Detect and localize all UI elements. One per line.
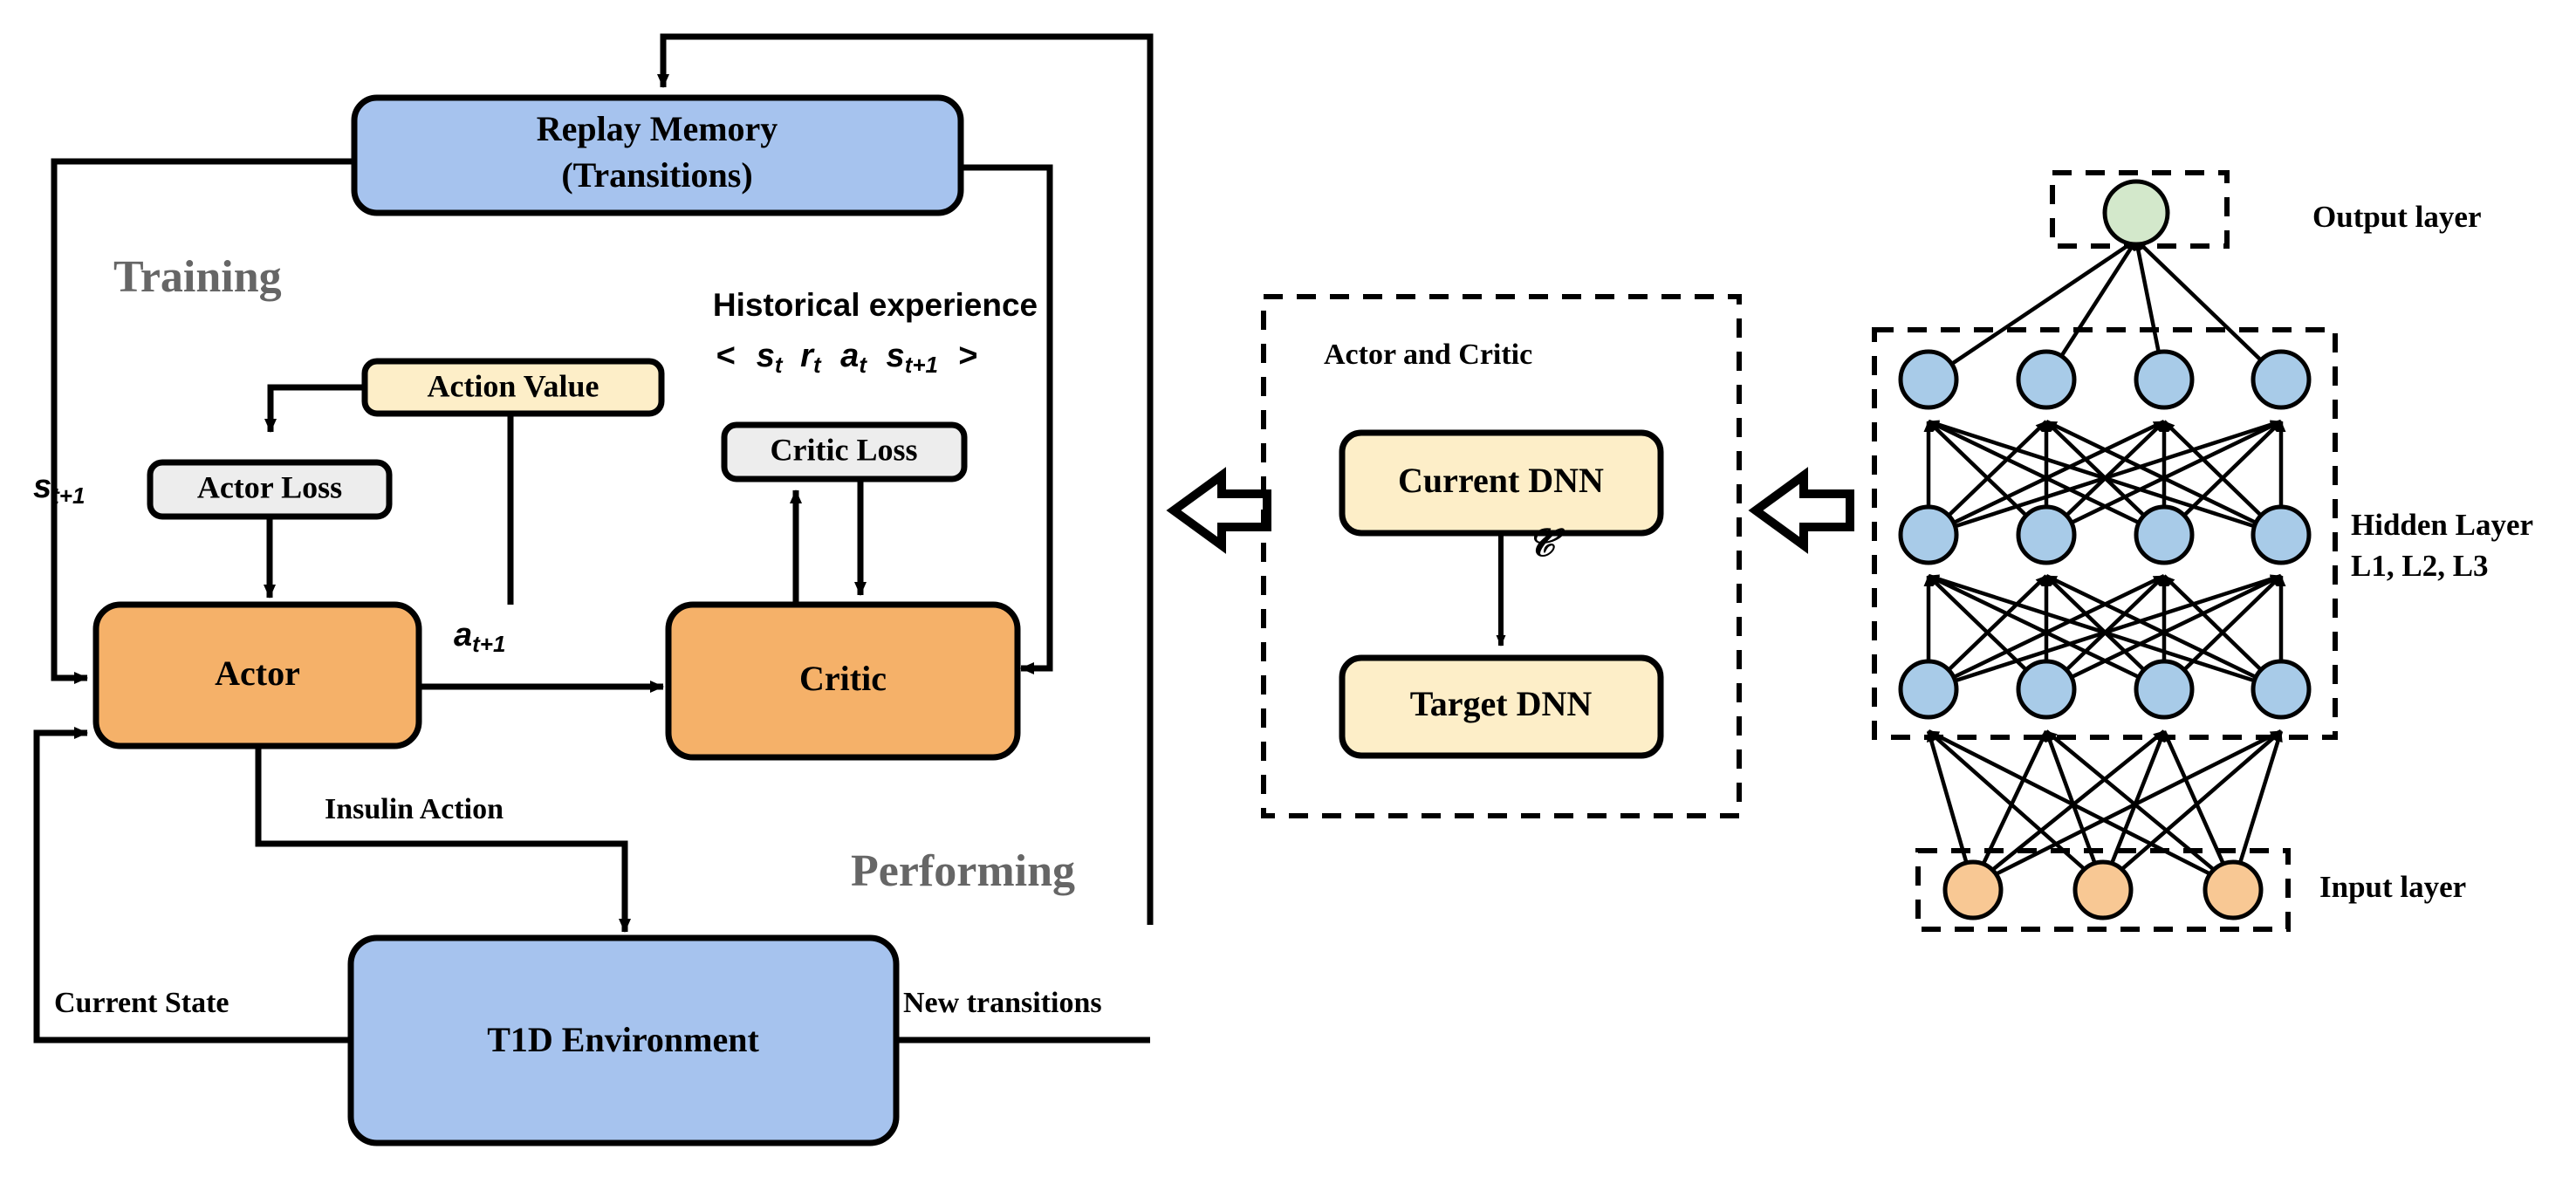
wire-action-value-to-actor-loss: [264, 384, 365, 433]
actor-loss-label: Actor Loss: [197, 469, 342, 504]
neural-network: Output layer Hidden Layer L1, L2, L3 Inp…: [1872, 170, 2533, 932]
historical-experience-label: Historical experience: [713, 287, 1038, 323]
new-transitions-label: New transitions: [903, 987, 1102, 1019]
nn-input-node: [2072, 859, 2134, 920]
target-dnn-label: Target DNN: [1410, 684, 1593, 723]
box-target-dnn[interactable]: Target DNN: [1339, 654, 1664, 759]
nn-input-node: [1942, 859, 2004, 920]
nn-hidden-node: [1898, 504, 1959, 565]
hollow-arrow-nn-to-dnn: [1748, 467, 1854, 554]
actor-and-critic-label: Actor and Critic: [1324, 339, 1532, 371]
critic-loss-label: Critic Loss: [771, 432, 918, 467]
current-state-label: Current State: [54, 987, 230, 1019]
nn-hidden-node: [2134, 659, 2195, 720]
svg-text:st+1: st+1: [33, 469, 85, 509]
box-critic[interactable]: Critic: [665, 601, 1021, 761]
box-t1d-environment[interactable]: T1D Environment: [347, 934, 900, 1146]
hidden-layer-label-line1: Hidden Layer: [2351, 508, 2533, 542]
phase-label-performing: Performing: [851, 846, 1075, 896]
nn-hidden-node: [2251, 504, 2312, 565]
box-action-value[interactable]: Action Value: [361, 358, 665, 417]
actor-label: Actor: [215, 654, 300, 693]
nn-hidden-node: [2016, 659, 2077, 720]
nn-hidden-node: [2251, 659, 2312, 720]
wire-replay-memory-to-critic: [961, 164, 1053, 674]
nn-output-node: [2102, 179, 2170, 247]
replay-memory-label-line2: (Transitions): [561, 155, 752, 195]
nn-edges-h2-to-h1: [1923, 419, 2286, 537]
input-layer-label: Input layer: [2319, 870, 2466, 904]
box-replay-memory[interactable]: Replay Memory (Transitions): [351, 94, 964, 216]
nn-hidden-node: [1898, 659, 1959, 720]
transition-tuple-label: < st rt at st+1 >: [716, 338, 977, 383]
critic-label: Critic: [799, 659, 887, 698]
wire-actor-to-environment: [255, 746, 631, 933]
hollow-arrow-dnn-to-loop: [1166, 467, 1271, 554]
diagram-canvas: Replay Memory (Transitions) Action Value…: [0, 0, 2576, 1177]
actor-and-critic-panel: Actor and Critic Current DNN 𝒞 Target DN…: [1261, 294, 1742, 818]
nn-hidden-node: [2016, 504, 2077, 565]
nn-hidden-node: [2016, 349, 2077, 410]
nn-hidden-node: [2134, 349, 2195, 410]
box-critic-loss[interactable]: Critic Loss: [721, 421, 968, 482]
box-actor-loss[interactable]: Actor Loss: [147, 459, 393, 520]
replay-memory-label-line1: Replay Memory: [537, 109, 778, 148]
nn-edges-h1-to-output: [1927, 238, 2283, 381]
box-current-dnn[interactable]: Current DNN: [1339, 429, 1664, 537]
nn-hidden-node: [2134, 504, 2195, 565]
hidden-layer-label-line2: L1, L2, L3: [2351, 549, 2489, 583]
output-layer-label: Output layer: [2312, 200, 2481, 234]
current-dnn-label: Current DNN: [1398, 461, 1604, 500]
nn-hidden-node: [2251, 349, 2312, 410]
action-value-label: Action Value: [427, 368, 599, 403]
svg-text:< st rt: < st rt at st+1 >: [716, 338, 977, 383]
svg-text:at+1: at+1: [454, 617, 505, 657]
nn-hidden-node: [1898, 349, 1959, 410]
architecture-diagram: Replay Memory (Transitions) Action Value…: [33, 33, 2533, 1146]
t1d-environment-label: T1D Environment: [487, 1020, 759, 1059]
action-next-label: at+1: [454, 617, 505, 657]
box-actor[interactable]: Actor: [92, 601, 422, 749]
nn-input-node: [2203, 859, 2264, 920]
wire-replay-memory-to-actor: [51, 158, 354, 684]
nn-edges-h3-to-h2: [1923, 573, 2286, 692]
state-next-label: st+1: [33, 469, 85, 509]
phase-label-training: Training: [113, 252, 282, 302]
insulin-action-label: Insulin Action: [325, 793, 504, 825]
